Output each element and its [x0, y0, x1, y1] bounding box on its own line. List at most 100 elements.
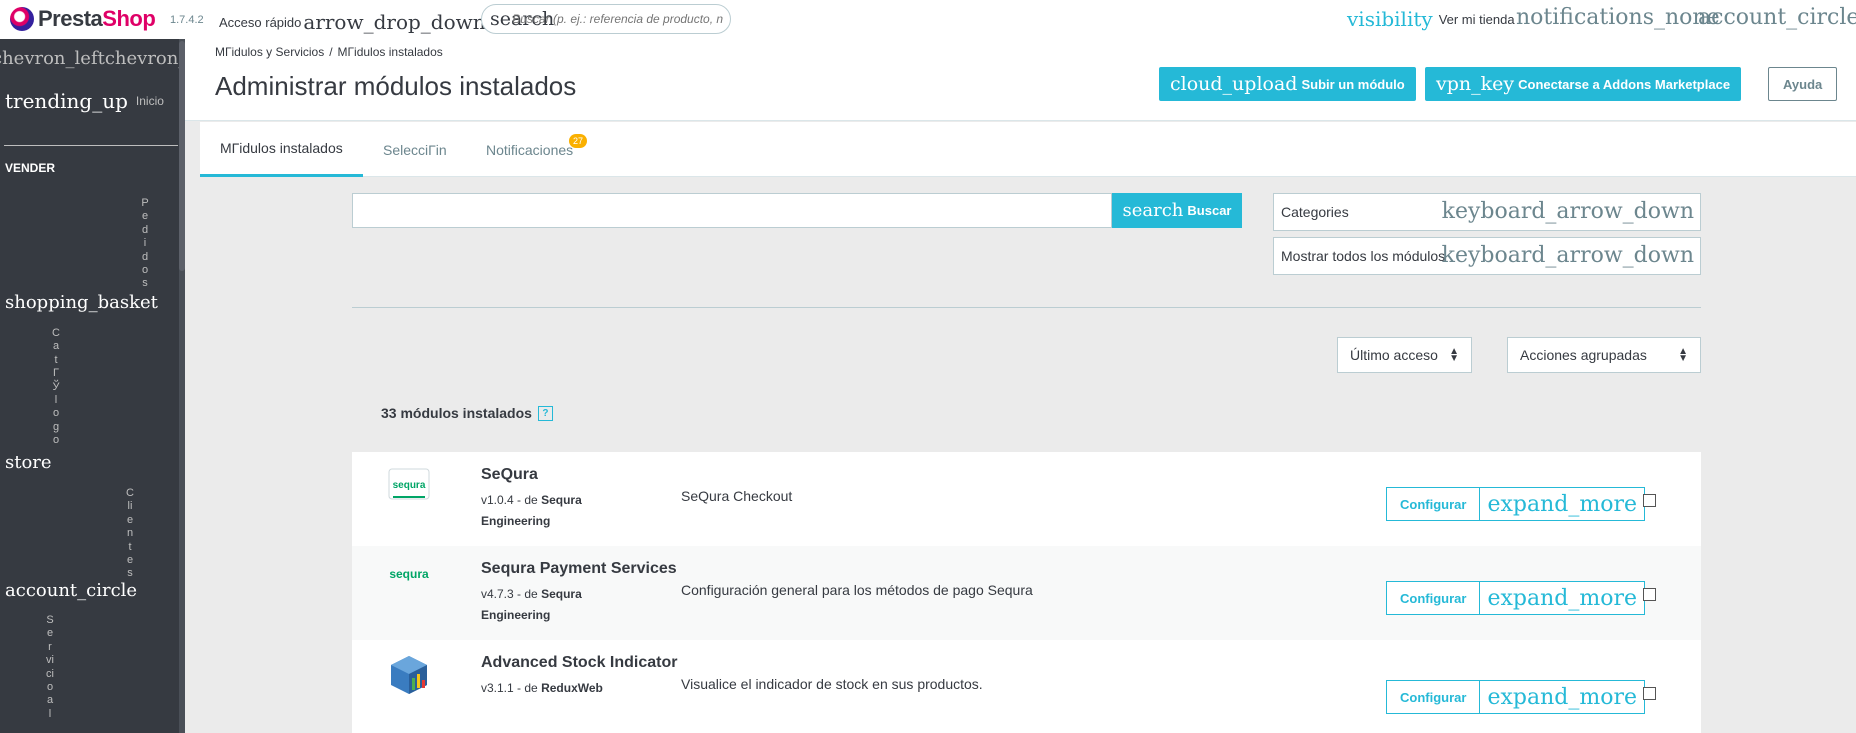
categories-dropdown[interactable]: Categories keyboard_arrow_down — [1273, 193, 1701, 231]
module-actions: Configurar expand_more — [1386, 581, 1645, 615]
breadcrumb-item[interactable]: MГіdulos y Servicios — [215, 45, 324, 59]
module-description: SeQura Checkout — [681, 488, 793, 504]
sort-select-value: Último acceso — [1350, 347, 1438, 363]
configure-button[interactable]: Configurar — [1386, 680, 1481, 714]
sort-select[interactable]: Último acceso ▲ ▼ — [1337, 337, 1472, 373]
module-checkbox[interactable] — [1643, 494, 1656, 507]
tab-installed-modules[interactable]: MГіdulos instalados — [200, 122, 363, 177]
quick-access-menu[interactable]: Acceso rápido arrow_drop_down — [219, 10, 486, 34]
module-row: sequra SeQura v1.0.4 - de Sequra Enginee… — [352, 452, 1701, 546]
notifications-icon[interactable]: notifications_none — [1516, 5, 1720, 30]
module-tabs: MГіdulos instalados SelecciГіn Notificac… — [200, 122, 1856, 177]
help-question-icon[interactable]: ? — [537, 405, 553, 421]
module-description: Configuración general para los métodos d… — [681, 582, 1033, 598]
help-button[interactable]: Ayuda — [1768, 67, 1838, 101]
header-search[interactable]: search — [481, 4, 731, 34]
keyboard-arrow-down-icon: keyboard_arrow_down — [1441, 199, 1694, 224]
vpn-key-icon: vpn_key — [1436, 73, 1515, 95]
sidebar: chevron_leftchevron_left trending_up Ini… — [0, 39, 185, 733]
connect-addons-label: Conectarse a Addons Marketplace — [1518, 76, 1731, 92]
expand-more-icon[interactable]: expand_more — [1480, 680, 1645, 714]
notifications-count-badge: 27 — [569, 134, 587, 148]
module-row: sequra Sequra Payment Services v4.7.3 - … — [352, 546, 1701, 640]
sidebar-section-vender: VENDER — [5, 161, 56, 175]
filter-divider — [352, 307, 1701, 308]
expand-more-icon[interactable]: expand_more — [1480, 487, 1645, 521]
header-search-input[interactable] — [512, 12, 730, 26]
module-actions: Configurar expand_more — [1386, 487, 1645, 521]
tab-selection[interactable]: SelecciГіn — [363, 122, 467, 177]
bulk-caret-icon: ▲ ▼ — [1678, 346, 1688, 364]
prestashop-logo[interactable]: PrestaShop — [10, 6, 156, 32]
logo-wordmark: PrestaShop — [38, 6, 156, 32]
quick-access-label: Acceso rápido — [219, 14, 302, 30]
module-name: SeQura — [481, 466, 538, 483]
sequra-word-text: sequra — [389, 567, 429, 581]
visibility-icon: visibility — [1347, 7, 1433, 31]
sort-caret-icon: ▲ ▼ — [1449, 346, 1459, 364]
module-checkbox[interactable] — [1643, 588, 1656, 601]
show-all-modules-dropdown[interactable]: Mostrar todos los módulos keyboard_arrow… — [1273, 237, 1701, 275]
tab-notifications[interactable]: Notificaciones — [466, 122, 593, 177]
account-circle-icon[interactable]: account_circle — [5, 580, 137, 601]
breadcrumb-item[interactable]: MГіdulos instalados — [338, 45, 443, 59]
sequra-text-logo: sequra — [388, 560, 430, 602]
view-shop-label: Ver mi tienda — [1438, 11, 1515, 27]
cloud-upload-icon: cloud_upload — [1170, 73, 1298, 95]
sidebar-divider — [4, 145, 178, 146]
module-search-button[interactable]: search Buscar — [1112, 193, 1242, 228]
sidebar-item-catalogo-label[interactable]: CatГЎlogo — [52, 327, 60, 448]
shopping-basket-icon[interactable]: shopping_basket — [5, 292, 158, 313]
module-search-label: Buscar — [1187, 203, 1232, 218]
module-version: v1.0.4 — [481, 493, 514, 507]
module-version: v4.7.3 — [481, 587, 514, 601]
module-name: Sequra Payment Services — [481, 560, 677, 577]
upload-module-button[interactable]: cloud_upload Subir un módulo — [1159, 67, 1416, 101]
page-title: Administrar módulos instalados — [215, 71, 577, 101]
configure-button[interactable]: Configurar — [1386, 487, 1481, 521]
module-actions: Configurar expand_more — [1386, 680, 1645, 714]
sidebar-item-inicio[interactable]: trending_up Inicio — [5, 89, 164, 113]
connect-addons-button[interactable]: vpn_key Conectarse a Addons Marketplace — [1425, 67, 1742, 101]
search-icon: search — [1122, 200, 1184, 221]
module-search-input[interactable] — [352, 193, 1112, 228]
logo-mark-icon — [10, 7, 34, 31]
module-description: Visualice el indicador de stock en sus p… — [681, 676, 983, 692]
logo-word-right: Shop — [102, 6, 156, 31]
module-checkbox[interactable] — [1643, 687, 1656, 700]
account-circle-icon[interactable]: account_circle — [1698, 5, 1856, 30]
module-by: - de — [517, 493, 538, 507]
sidebar-item-label: Inicio — [135, 94, 164, 108]
sidebar-item-pedidos-label[interactable]: Pedidos — [141, 197, 149, 291]
sidebar-scrollbar[interactable] — [179, 39, 185, 733]
module-meta: v1.0.4 - de Sequra Engineering — [481, 490, 611, 532]
module-meta: v3.1.1 - de ReduxWeb — [481, 678, 611, 699]
module-row: Advanced Stock Indicator v3.1.1 - de Red… — [352, 640, 1701, 733]
trending-up-icon: trending_up — [5, 89, 128, 113]
store-icon[interactable]: store — [5, 452, 52, 473]
module-name: Advanced Stock Indicator — [481, 654, 678, 671]
sidebar-item-clientes-label[interactable]: Clientes — [126, 487, 134, 581]
keyboard-arrow-down-icon: keyboard_arrow_down — [1441, 243, 1694, 268]
top-header: PrestaShop 1.7.4.2 Acceso rápido arrow_d… — [0, 0, 1856, 39]
upload-module-label: Subir un módulo — [1301, 76, 1405, 92]
stock-box-logo — [388, 654, 430, 696]
bulk-actions-select[interactable]: Acciones agrupadas ▲ ▼ — [1507, 337, 1701, 373]
arrow-drop-down-icon: arrow_drop_down — [303, 10, 486, 34]
sidebar-item-servicio-label[interactable]: Servicioal — [46, 614, 54, 721]
view-shop-link[interactable]: visibility Ver mi tienda — [1347, 7, 1515, 31]
sequra-logo: sequra — [388, 466, 430, 508]
expand-more-icon[interactable]: expand_more — [1480, 581, 1645, 615]
module-author: ReduxWeb — [541, 681, 603, 695]
breadcrumb-separator: / — [329, 45, 333, 59]
bulk-actions-value: Acciones agrupadas — [1520, 347, 1647, 363]
chevron-left-icon[interactable]: chevron_leftchevron_left — [0, 48, 185, 69]
configure-button[interactable]: Configurar — [1386, 581, 1481, 615]
logo-word-left: Presta — [38, 6, 103, 31]
breadcrumb: MГіdulos y Servicios / MГіdulos instalados — [215, 45, 443, 59]
module-by: - de — [517, 587, 538, 601]
module-meta: v4.7.3 - de Sequra Engineering — [481, 584, 611, 626]
categories-label: Categories — [1281, 204, 1349, 220]
show-all-label: Mostrar todos los módulos — [1281, 248, 1446, 264]
installed-count-text: 33 módulos instalados — [381, 405, 532, 421]
